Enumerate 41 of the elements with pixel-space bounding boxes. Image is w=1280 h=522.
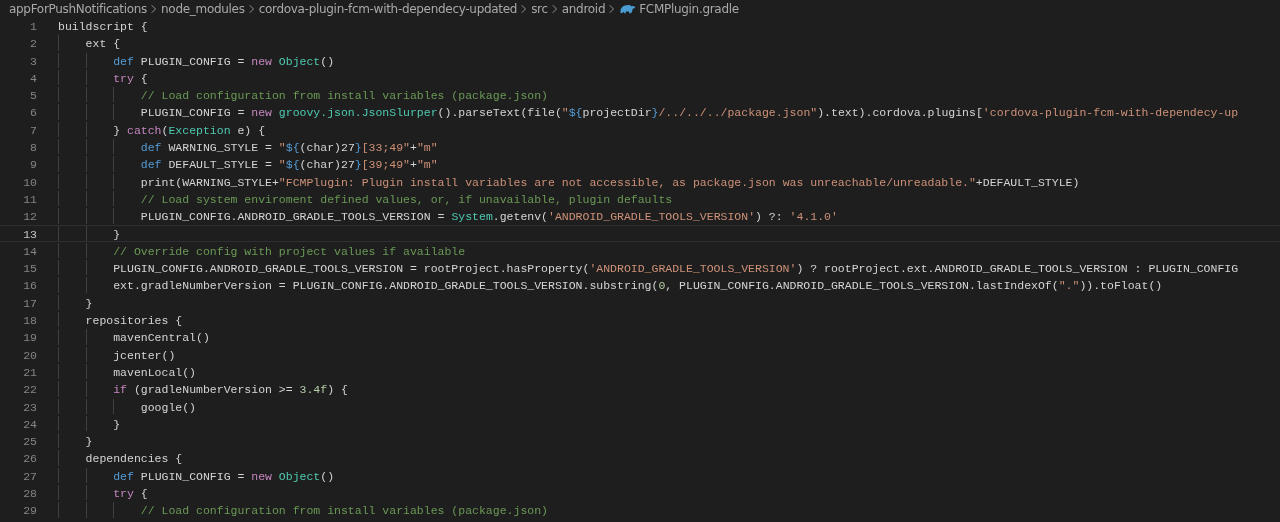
line-number: 4 xyxy=(29,70,38,86)
line-number: 11 xyxy=(22,191,38,207)
line-number: 7 xyxy=(29,122,38,138)
line-number: 21 xyxy=(22,364,38,380)
line-number: 2 xyxy=(29,36,38,51)
line-number: 1 xyxy=(29,19,38,34)
line-number: 14 xyxy=(22,243,38,259)
line-number: 8 xyxy=(29,140,38,155)
line-number: 24 xyxy=(22,416,38,432)
line-number: 5 xyxy=(29,88,38,103)
chevron-icon xyxy=(551,3,558,14)
line-number: 26 xyxy=(22,451,38,466)
line-number: 18 xyxy=(22,313,38,328)
line-number: 15 xyxy=(22,261,38,276)
line-number: 6 xyxy=(29,105,38,120)
line-number: 12 xyxy=(22,209,38,224)
chevron-icon xyxy=(521,3,528,14)
breadcrumb-item[interactable]: appForPushNotifications xyxy=(9,1,148,16)
chevron-icon xyxy=(151,3,158,14)
line-number: 25 xyxy=(22,434,38,449)
line-number: 16 xyxy=(22,278,38,293)
line-number: 28 xyxy=(22,486,38,501)
line-number: 27 xyxy=(22,468,38,483)
line-number: 17 xyxy=(22,295,38,311)
elephant-icon xyxy=(619,2,637,15)
line-number: 23 xyxy=(22,399,38,414)
chevron-icon xyxy=(248,3,255,14)
breadcrumb-item[interactable]: android xyxy=(561,1,606,16)
line-number: 19 xyxy=(22,330,38,345)
line-number: 9 xyxy=(29,157,38,172)
line-number: 3 xyxy=(29,53,38,68)
line-number: 22 xyxy=(22,382,38,397)
line-number: 13 xyxy=(22,226,38,241)
breadcrumb-item[interactable]: cordova-plugin-fcm-with-dependecy-updated xyxy=(258,1,518,16)
breadcrumb-item[interactable]: src xyxy=(531,1,548,16)
chevron-icon xyxy=(609,3,616,14)
breadcrumb-item[interactable]: node_modules xyxy=(161,1,245,16)
line-number: 10 xyxy=(22,174,38,189)
line-number: 20 xyxy=(22,347,38,362)
breadcrumb-item[interactable]: FCMPlugin.gradle xyxy=(639,1,739,16)
line-number: 29 xyxy=(22,503,38,518)
